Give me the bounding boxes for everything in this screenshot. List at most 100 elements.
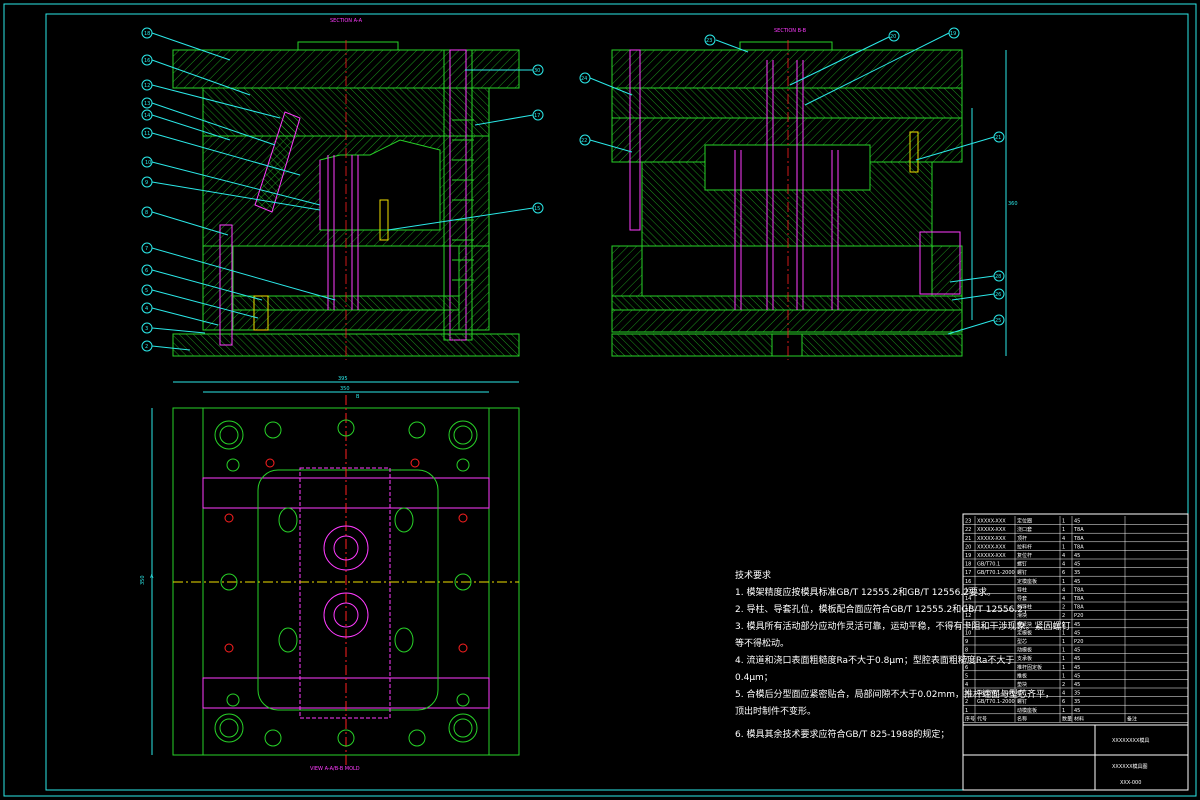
bom-cell: 45 [1074, 553, 1080, 559]
bom-cell: 35 [1074, 570, 1080, 576]
spacer-block-right [458, 245, 490, 331]
note-line: 等不得松动。 [735, 637, 789, 649]
bom-cell: 推杆固定板 [1017, 664, 1042, 671]
bom-cell: 拉料杆 [1017, 543, 1032, 550]
bom-cell: 4 [1062, 536, 1065, 542]
bom-cell: 1 [1062, 639, 1065, 645]
bom-cell: T8A [1073, 605, 1084, 611]
bom-cell: 1 [1062, 544, 1065, 550]
svg-text:350: 350 [140, 575, 146, 585]
svg-text:360: 360 [1008, 201, 1018, 207]
bom-cell: 螺钉 [1017, 698, 1027, 705]
bom-cell: 垫块 [1017, 681, 1027, 688]
svg-text:A: A [150, 574, 154, 580]
bom-cell: 5 [965, 673, 968, 679]
bom-cell: 1 [1062, 519, 1065, 525]
svg-text:10: 10 [145, 160, 151, 166]
bom-cell: T8A [1073, 544, 1084, 550]
bom-cell: 2 [1062, 613, 1065, 619]
svg-text:12: 12 [144, 83, 150, 89]
bom-cell: 1 [1062, 708, 1065, 714]
bom-cell: 导套 [1017, 595, 1027, 602]
bom-cell: 45 [1074, 648, 1080, 654]
bom-cell: 推板 [1017, 672, 1027, 679]
bom-cell: 7 [965, 656, 968, 662]
bom-cell: XXXXX-XXX [977, 544, 1006, 550]
svg-text:5: 5 [145, 288, 148, 294]
technical-notes: 技术要求 1. 模架精度应按模具标准GB/T 12555.2和GB/T 1255… [735, 569, 1070, 740]
bom-cell: P20 [1074, 613, 1083, 619]
svg-text:26: 26 [995, 292, 1001, 298]
bom-header-cell: 名称 [1017, 715, 1027, 722]
svg-text:14: 14 [144, 113, 150, 119]
bom-cell: XXXXX-XXX [977, 527, 1006, 533]
bom-cell: 45 [1074, 708, 1080, 714]
bom-cell: 10 [965, 630, 971, 636]
bom-cell: 螺钉 [1017, 690, 1027, 697]
bom-cell: P20 [1074, 639, 1083, 645]
bom-cell: 45 [1074, 579, 1080, 585]
title-block: 23 XXXXX-XXX 定位圈 1 4522 XXXXX-XXX 浇口套 1 T8A21 XXX… [962, 513, 1189, 791]
notes-title: 技术要求 [735, 569, 771, 581]
svg-text:18: 18 [144, 31, 150, 37]
svg-text:B: B [356, 394, 360, 400]
bom-cell: 6 [1062, 570, 1065, 576]
note-line: 顶出时制件不变形。 [735, 705, 816, 717]
bom-cell: 4 [1062, 587, 1065, 593]
bom-cell: T8A [1073, 536, 1084, 542]
bom-cell: 45 [1074, 562, 1080, 568]
bom-cell: 4 [1062, 553, 1065, 559]
bom-cell: 4 [1062, 596, 1065, 602]
svg-text:16: 16 [144, 58, 150, 64]
bom-cell: T8A [1073, 587, 1084, 593]
bom-cell: 4 [965, 682, 968, 688]
section-view-left: SECTION A-A 18 16 12 13 14 11 10 9 8 7 6… [141, 18, 544, 360]
bom-cell: XXXXX-XXX [977, 553, 1006, 559]
bom-cell: 11 [965, 622, 971, 628]
bom-cell: 定位圈 [1017, 518, 1032, 525]
drawing-number: XXX-000 [1120, 780, 1141, 786]
bom-cell: 23 [965, 519, 971, 525]
bom-header-cell: 材料 [1074, 715, 1084, 722]
svg-text:24: 24 [581, 76, 587, 82]
note-line: 0.4μm； [735, 673, 773, 683]
bom-cell: 22 [965, 527, 971, 533]
bom-cell: 斜导柱 [1017, 604, 1032, 611]
bom-cell: 滑块 [1017, 612, 1027, 619]
bom-cell: 45 [1074, 622, 1080, 628]
bom-cell: 45 [1074, 682, 1080, 688]
section-view-right: SECTION B-B 360 23 24 22 20 19 21 28 26 … [579, 27, 1018, 360]
svg-text:4: 4 [145, 306, 148, 312]
bom-cell: 导柱 [1017, 586, 1027, 593]
svg-text:25: 25 [995, 318, 1001, 324]
bom-cell: GB/T70.1 [977, 562, 1000, 568]
bom-cell: 1 [1062, 665, 1065, 671]
svg-text:28: 28 [995, 274, 1001, 280]
bom-cell: 45 [1074, 519, 1080, 525]
bom-cell: 8 [965, 648, 968, 654]
svg-text:21: 21 [995, 135, 1001, 141]
bom-cell: GB/T70.1-2000 [977, 699, 1015, 705]
bom-header-cell: 备注 [1127, 715, 1137, 722]
bom-header-cell: 代号 [977, 715, 987, 722]
bom-cell: 动模座板 [1017, 707, 1037, 714]
mold-drawing: SECTION A-A 18 16 12 13 14 11 10 9 8 7 6… [3, 3, 1197, 797]
drawing-name: XXXXXX模具图 [1112, 763, 1148, 770]
bom-cell: 45 [1074, 656, 1080, 662]
bom-cell: 2 [965, 699, 968, 705]
bom-cell: 17 [965, 570, 971, 576]
svg-text:19: 19 [950, 31, 956, 37]
bom-cell: 1 [1062, 673, 1065, 679]
svg-text:15: 15 [534, 206, 540, 212]
bom-cell: 浇口套 [1017, 526, 1032, 533]
bom-cell: GB/T70.1-2000 [977, 570, 1015, 576]
bom-cell: 螺钉 [1017, 561, 1027, 568]
bom-cell: T8A [1073, 596, 1084, 602]
svg-text:30: 30 [534, 68, 540, 74]
svg-text:23: 23 [706, 38, 712, 44]
bom-cell: 楔紧块 [1017, 621, 1032, 628]
note-line: 2. 导柱、导套孔位，模板配合面应符合GB/T 12555.2和GB/T 125… [735, 603, 1032, 615]
bom-cell: 12 [965, 613, 971, 619]
bom-cell: 21 [965, 536, 971, 542]
bom-cell: 18 [965, 562, 971, 568]
